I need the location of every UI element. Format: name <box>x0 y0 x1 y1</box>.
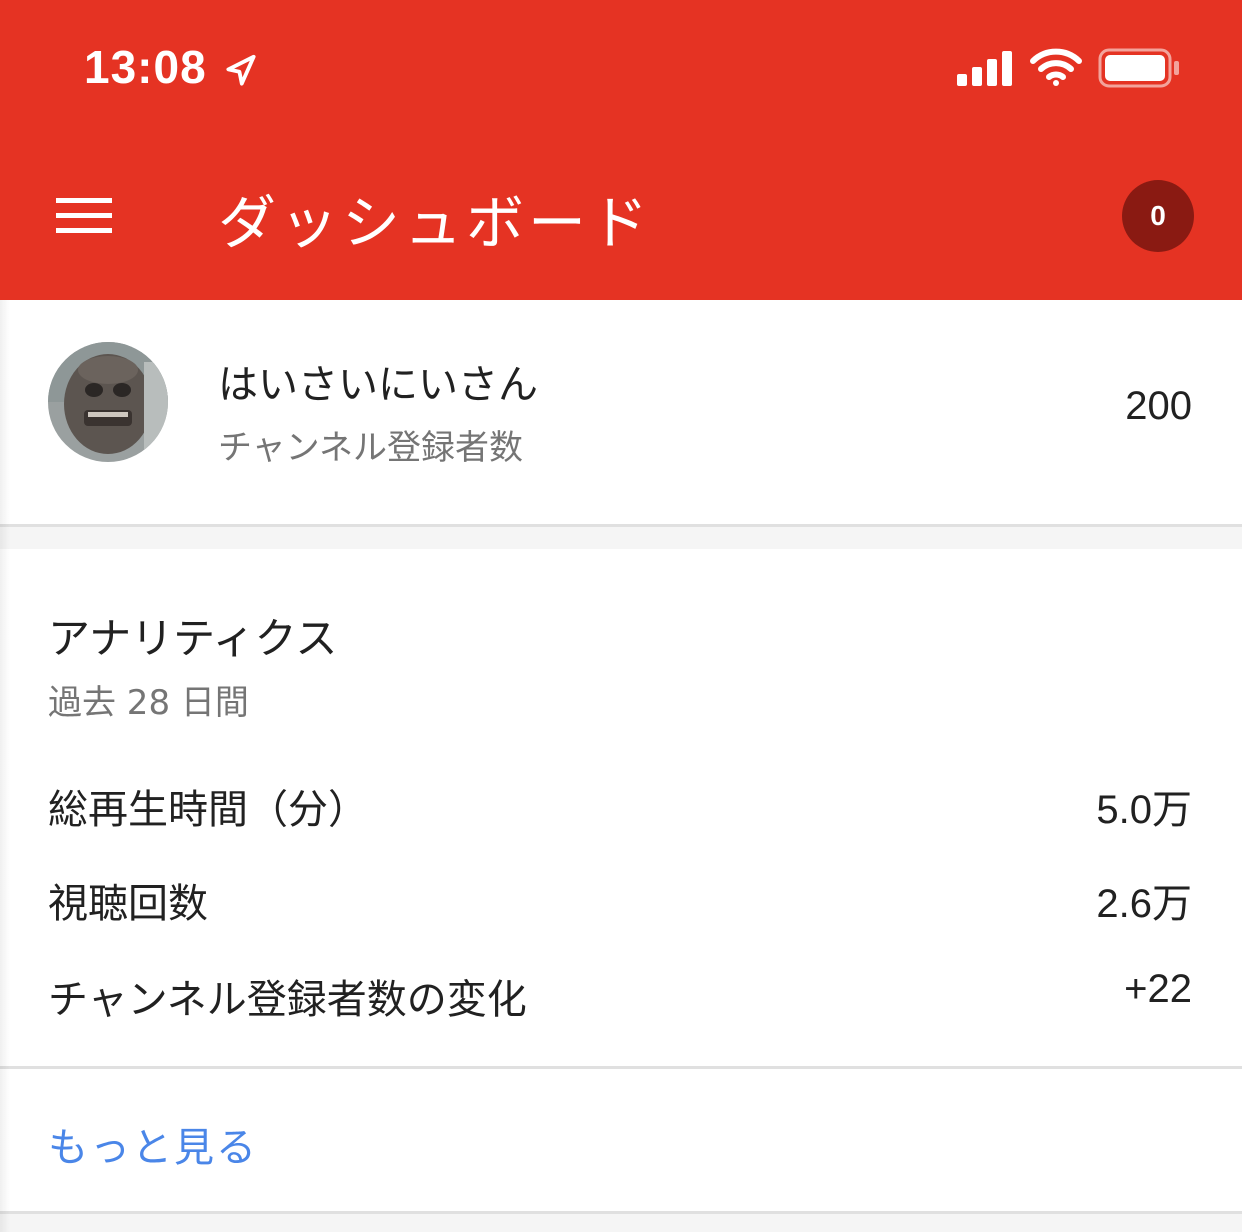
drawer-edge-shadow <box>0 300 10 1232</box>
status-time: 13:08 <box>84 41 207 93</box>
subscriber-change-value: +22 <box>1124 967 1192 1011</box>
analytics-title: アナリティクス <box>48 614 338 663</box>
app-header: 13:08 ダッシュボード 0 <box>0 0 1242 300</box>
battery-icon <box>1098 48 1179 88</box>
subscribers-count: 200 <box>1125 384 1192 428</box>
channel-avatar <box>48 342 168 462</box>
bottom-divider <box>0 1214 1242 1232</box>
channel-card[interactable]: はいさいにいさん チャンネル登録者数 200 <box>0 300 1242 527</box>
subscriber-change-label: チャンネル登録者数の変化 <box>48 977 527 1023</box>
wifi-icon <box>1030 48 1082 86</box>
analytics-period: 過去 28 日間 <box>48 683 249 723</box>
subscribers-label: チャンネル登録者数 <box>218 428 523 468</box>
location-arrow-icon <box>226 54 256 86</box>
watch-time-label: 総再生時間（分） <box>48 787 368 833</box>
more-section: もっと見る <box>0 1069 1242 1214</box>
cellular-signal-icon <box>957 51 1012 86</box>
hamburger-menu-icon[interactable] <box>56 192 112 238</box>
channel-name: はいさいにいさん <box>218 362 538 408</box>
see-more-link[interactable]: もっと見る <box>48 1115 258 1173</box>
section-divider <box>0 527 1242 549</box>
views-value: 2.6万 <box>1096 882 1192 926</box>
notification-badge[interactable]: 0 <box>1122 180 1194 252</box>
watch-time-value: 5.0万 <box>1096 788 1192 832</box>
avatar-image <box>48 342 168 462</box>
views-label: 視聴回数 <box>48 881 208 927</box>
page-title: ダッシュボード <box>218 189 653 257</box>
analytics-card: アナリティクス 過去 28 日間 総再生時間（分） 5.0万 視聴回数 2.6万… <box>0 549 1242 1069</box>
